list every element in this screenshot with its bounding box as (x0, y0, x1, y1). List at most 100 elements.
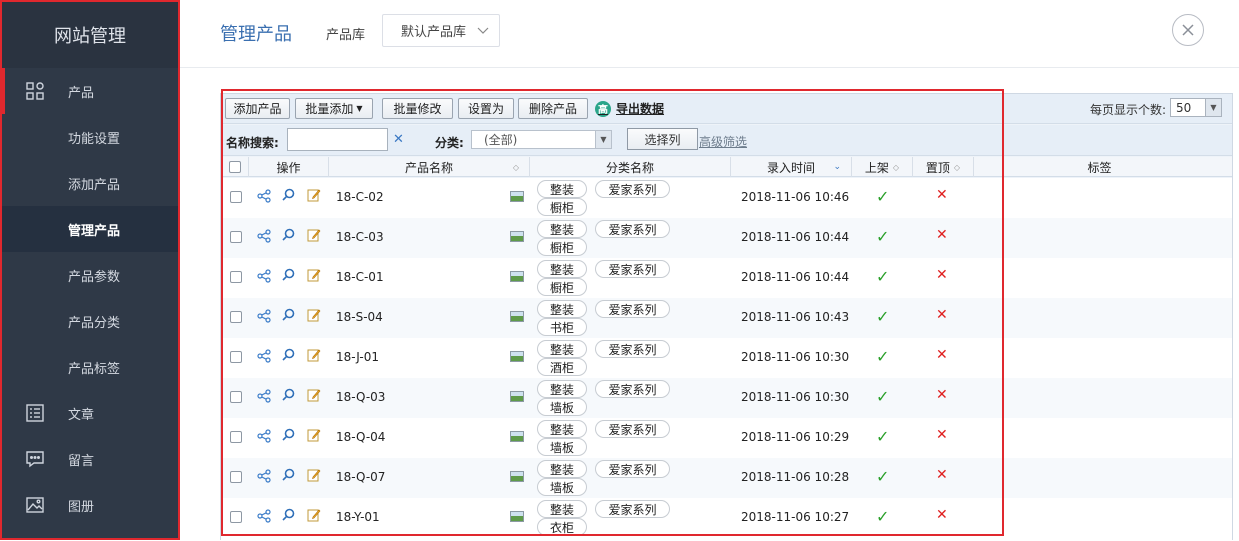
category-tag[interactable]: 墙板 (537, 478, 587, 496)
sidebar-sub-product-tags[interactable]: 产品标签 (2, 344, 178, 390)
per-page-select[interactable]: 50 ▼ (1170, 98, 1222, 117)
category-tag[interactable]: 整装 (537, 340, 587, 358)
row-checkbox[interactable] (230, 391, 242, 403)
category-tag[interactable]: 整装 (537, 260, 587, 278)
column-header-name[interactable]: 产品名称 ◇ (329, 157, 530, 177)
search-icon[interactable] (282, 308, 295, 321)
table-row[interactable]: 18-Q-03 整装 爱家系列 墙板 2018-11-06 10:30 ✓ ✕ (221, 378, 1232, 418)
sidebar-sub-feature-settings[interactable]: 功能设置 (2, 114, 178, 160)
category-tag[interactable]: 爱家系列 (595, 500, 670, 518)
search-icon[interactable] (282, 268, 295, 281)
on-shelf-check-icon[interactable]: ✓ (876, 267, 889, 286)
select-all-checkbox[interactable] (228, 161, 241, 173)
delete-product-button[interactable]: 删除产品 (518, 98, 588, 119)
share-icon[interactable] (257, 349, 271, 367)
product-name[interactable]: 18-Q-07 (336, 470, 385, 484)
top-cross-icon[interactable]: ✕ (936, 307, 948, 323)
top-cross-icon[interactable]: ✕ (936, 427, 948, 443)
category-tag[interactable]: 爱家系列 (595, 260, 670, 278)
sidebar-sub-product-params[interactable]: 产品参数 (2, 252, 178, 298)
share-icon[interactable] (257, 429, 271, 447)
share-icon[interactable] (257, 509, 271, 527)
top-cross-icon[interactable]: ✕ (936, 387, 948, 403)
image-thumbnail-icon[interactable] (510, 471, 524, 482)
row-checkbox[interactable] (230, 511, 242, 523)
category-tag[interactable]: 衣柜 (537, 518, 587, 536)
top-cross-icon[interactable]: ✕ (936, 467, 948, 483)
search-icon[interactable] (282, 188, 295, 201)
column-header-time[interactable]: 录入时间 ⌄ (731, 157, 852, 177)
sidebar-item-article[interactable]: 文章 (2, 390, 178, 436)
edit-icon[interactable] (307, 308, 321, 322)
search-icon[interactable] (282, 348, 295, 361)
category-tag[interactable]: 墙板 (537, 438, 587, 456)
product-name[interactable]: 18-Y-01 (336, 510, 380, 524)
image-thumbnail-icon[interactable] (510, 271, 524, 282)
on-shelf-check-icon[interactable]: ✓ (876, 347, 889, 366)
column-header-on-shelf[interactable]: 上架 ◇ (852, 157, 913, 177)
top-cross-icon[interactable]: ✕ (936, 507, 948, 523)
batch-edit-button[interactable]: 批量修改 (382, 98, 453, 119)
on-shelf-check-icon[interactable]: ✓ (876, 387, 889, 406)
on-shelf-check-icon[interactable]: ✓ (876, 307, 889, 326)
category-tag[interactable]: 爱家系列 (595, 300, 670, 318)
category-tag[interactable]: 爱家系列 (595, 460, 670, 478)
share-icon[interactable] (257, 469, 271, 487)
product-library-select[interactable]: 默认产品库 (382, 14, 500, 47)
category-tag[interactable]: 整装 (537, 500, 587, 518)
export-data-link[interactable]: 高 导出数据 (595, 100, 664, 117)
category-tag[interactable]: 橱柜 (537, 278, 587, 296)
table-row[interactable]: 18-Y-01 整装 爱家系列 衣柜 2018-11-06 10:27 ✓ ✕ (221, 498, 1232, 538)
product-name[interactable]: 18-Q-04 (336, 430, 385, 444)
table-row[interactable]: 18-Q-07 整装 爱家系列 墙板 2018-11-06 10:28 ✓ ✕ (221, 458, 1232, 498)
close-icon[interactable] (1172, 14, 1204, 46)
edit-icon[interactable] (307, 428, 321, 442)
column-header-top[interactable]: 置顶 ◇ (913, 157, 974, 177)
edit-icon[interactable] (307, 348, 321, 362)
product-name[interactable]: 18-S-04 (336, 310, 383, 324)
image-thumbnail-icon[interactable] (510, 431, 524, 442)
table-row[interactable]: 18-J-01 整装 爱家系列 酒柜 2018-11-06 10:30 ✓ ✕ (221, 338, 1232, 378)
category-tag[interactable]: 整装 (537, 420, 587, 438)
row-checkbox[interactable] (230, 231, 242, 243)
on-shelf-check-icon[interactable]: ✓ (876, 187, 889, 206)
sidebar-item-album[interactable]: 图册 (2, 482, 178, 528)
edit-icon[interactable] (307, 468, 321, 482)
edit-icon[interactable] (307, 508, 321, 522)
on-shelf-check-icon[interactable]: ✓ (876, 467, 889, 486)
category-tag[interactable]: 墙板 (537, 398, 587, 416)
product-name[interactable]: 18-C-03 (336, 230, 384, 244)
image-thumbnail-icon[interactable] (510, 231, 524, 242)
sidebar-item-message[interactable]: 留言 (2, 436, 178, 482)
category-tag[interactable]: 整装 (537, 180, 587, 198)
set-as-button[interactable]: 设置为 (458, 98, 514, 119)
clear-search-icon[interactable]: ✕ (393, 132, 404, 147)
sidebar-sub-manage-product[interactable]: 管理产品 (2, 206, 178, 252)
add-product-button[interactable]: 添加产品 (225, 98, 290, 119)
category-tag[interactable]: 爱家系列 (595, 420, 670, 438)
on-shelf-check-icon[interactable]: ✓ (876, 227, 889, 246)
sidebar-item-product[interactable]: 产品 (2, 68, 178, 114)
share-icon[interactable] (257, 309, 271, 327)
table-row[interactable]: 18-C-03 整装 爱家系列 橱柜 2018-11-06 10:44 ✓ ✕ (221, 218, 1232, 258)
category-select[interactable]: (全部) ▼ (471, 130, 612, 149)
row-checkbox[interactable] (230, 191, 242, 203)
edit-icon[interactable] (307, 388, 321, 402)
name-search-input[interactable] (287, 128, 388, 151)
category-tag[interactable]: 爱家系列 (595, 340, 670, 358)
row-checkbox[interactable] (230, 311, 242, 323)
category-tag[interactable]: 酒柜 (537, 358, 587, 376)
share-icon[interactable] (257, 389, 271, 407)
edit-icon[interactable] (307, 228, 321, 242)
top-cross-icon[interactable]: ✕ (936, 267, 948, 283)
image-thumbnail-icon[interactable] (510, 191, 524, 202)
product-name[interactable]: 18-C-02 (336, 190, 384, 204)
on-shelf-check-icon[interactable]: ✓ (876, 507, 889, 526)
category-tag[interactable]: 整装 (537, 300, 587, 318)
edit-icon[interactable] (307, 268, 321, 282)
product-name[interactable]: 18-Q-03 (336, 390, 385, 404)
top-cross-icon[interactable]: ✕ (936, 227, 948, 243)
category-tag[interactable]: 整装 (537, 380, 587, 398)
top-cross-icon[interactable]: ✕ (936, 187, 948, 203)
sidebar-sub-product-category[interactable]: 产品分类 (2, 298, 178, 344)
